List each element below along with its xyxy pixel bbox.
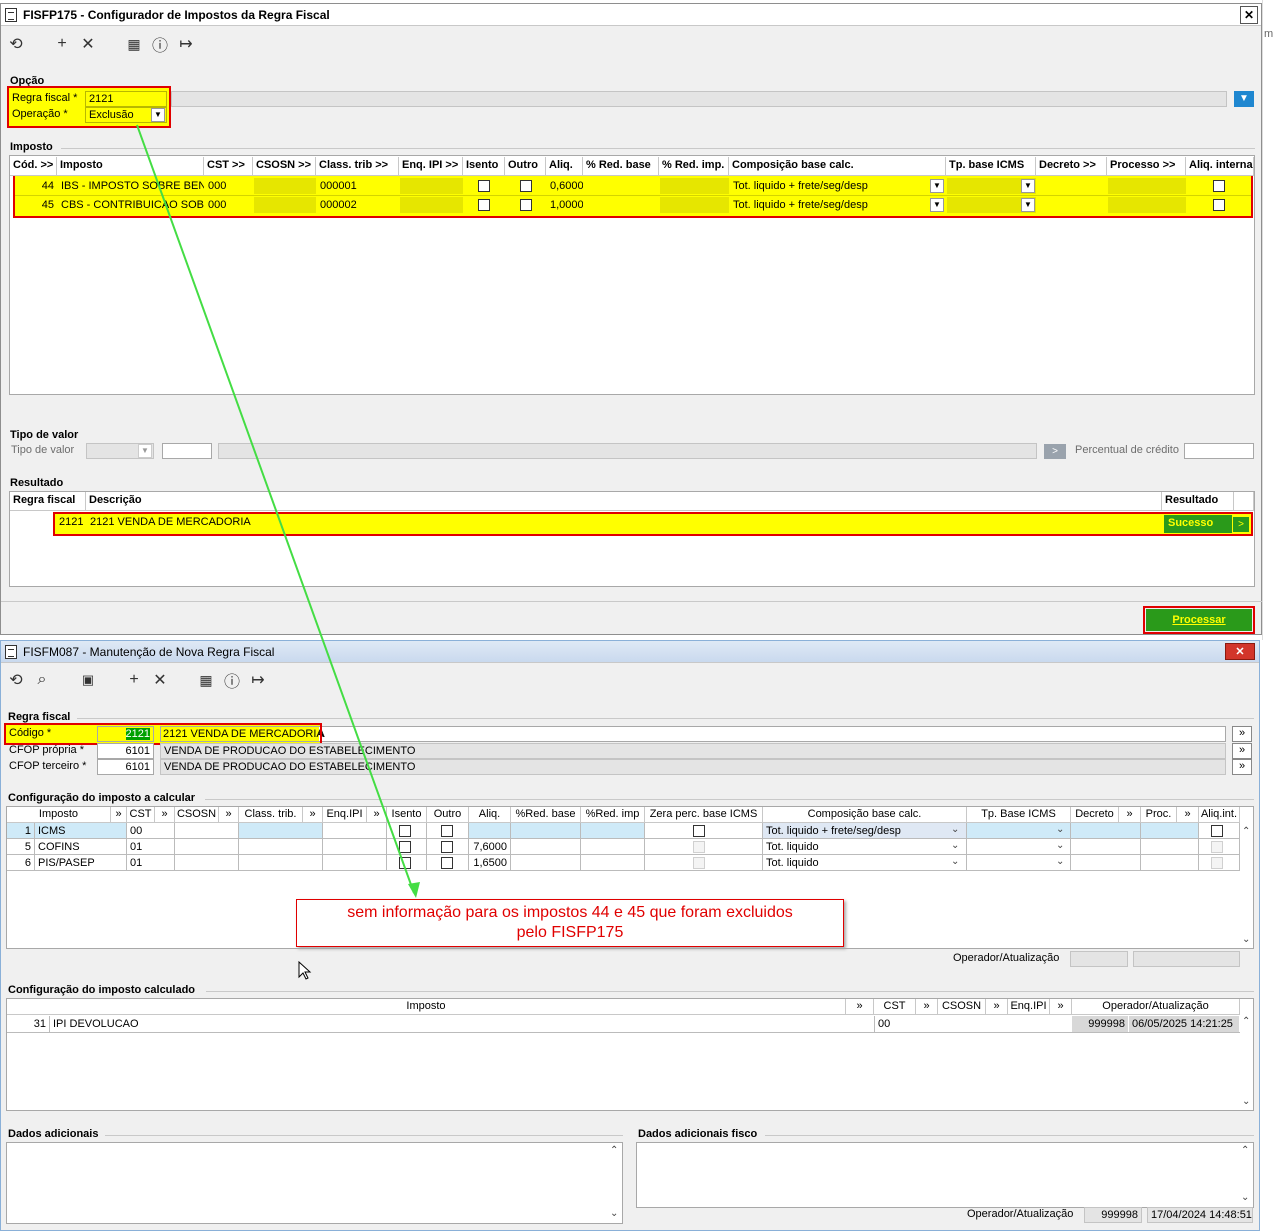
mouse-cursor-icon [298, 961, 312, 980]
annotation-arrow [136, 124, 420, 898]
arrow-line [136, 124, 415, 894]
arrow-head [408, 882, 420, 898]
